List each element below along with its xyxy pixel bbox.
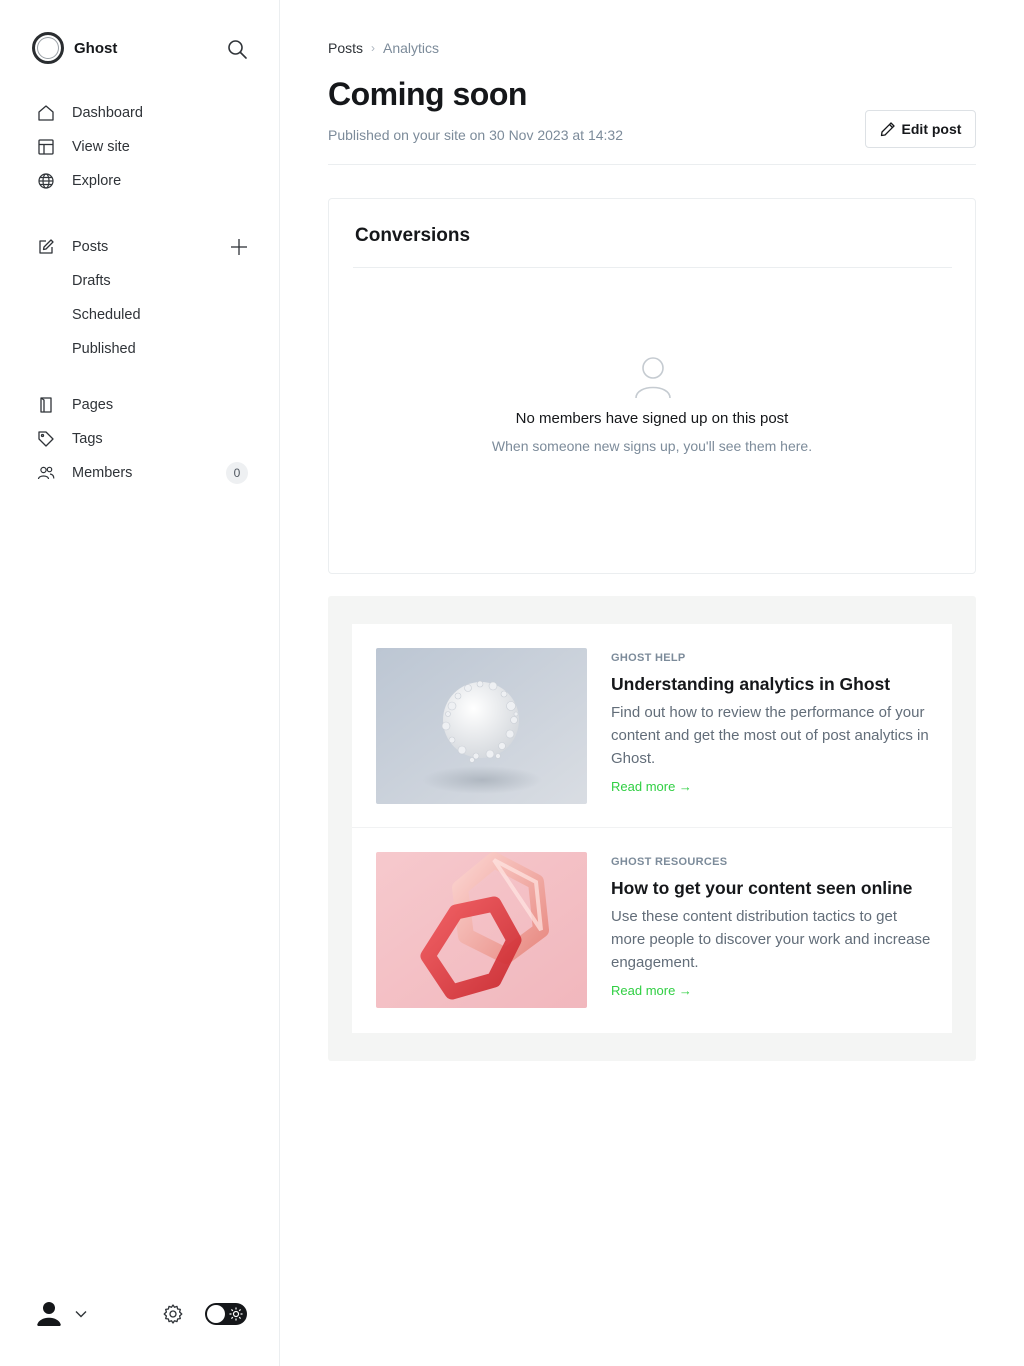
sidebar-item-tags[interactable]: Tags <box>36 422 252 456</box>
pages-icon <box>36 395 56 415</box>
help-resources: Ghost Help Understanding analytics in Gh… <box>328 596 976 1061</box>
help-card-title: How to get your content seen online <box>611 878 913 898</box>
help-card-eyebrow: Ghost Help <box>611 652 686 664</box>
empty-state-subtitle: When someone new signs up, you'll see th… <box>491 438 813 454</box>
sidebar-item-explore[interactable]: Explore <box>36 164 252 198</box>
header-divider <box>328 164 976 165</box>
help-card[interactable]: Ghost Help Understanding analytics in Gh… <box>352 624 952 828</box>
sidebar-item-members[interactable]: Members 0 <box>36 456 252 490</box>
sidebar-item-label: Pages <box>72 397 114 413</box>
settings-gear-icon[interactable] <box>162 1303 184 1325</box>
help-card-thumbnail <box>376 648 587 804</box>
sidebar-item-label: Published <box>72 341 136 357</box>
pencil-icon <box>880 121 896 137</box>
sidebar-item-published[interactable]: Published <box>36 332 252 366</box>
home-icon <box>36 103 56 123</box>
chevron-down-icon[interactable] <box>74 1307 88 1321</box>
help-card-text: Ghost Help Understanding analytics in Gh… <box>611 652 931 796</box>
help-card-eyebrow: Ghost Resources <box>611 856 728 868</box>
conversions-card: Conversions No members have signed up on… <box>328 198 976 574</box>
user-avatar[interactable] <box>32 1296 66 1330</box>
site-name: Ghost <box>74 39 118 57</box>
help-card-title: Understanding analytics in Ghost <box>611 674 891 694</box>
ghost-logo <box>32 32 64 64</box>
sidebar-item-label: Tags <box>72 431 103 447</box>
sidebar-item-dashboard[interactable]: Dashboard <box>36 96 252 130</box>
help-card-description: Find out how to review the performance o… <box>611 704 929 767</box>
sun-icon <box>229 1307 243 1321</box>
conversions-divider <box>353 267 952 268</box>
members-count-badge: 0 <box>226 462 248 484</box>
sidebar-item-label: Dashboard <box>72 105 143 121</box>
sidebar-item-posts[interactable]: Posts <box>36 230 252 264</box>
user-outline-icon <box>633 355 673 399</box>
help-card-text: Ghost Resources How to get your content … <box>611 856 931 1000</box>
toggle-knob <box>207 1305 225 1323</box>
sidebar-item-label: Members <box>72 465 133 481</box>
content-nav: Pages Tags Members 0 <box>36 388 252 490</box>
members-icon <box>36 463 56 483</box>
sidebar-item-scheduled[interactable]: Scheduled <box>36 298 252 332</box>
edit-post-label: Edit post <box>901 121 962 137</box>
help-card[interactable]: Ghost Resources How to get your content … <box>352 828 952 1033</box>
edit-icon <box>36 237 56 257</box>
sidebar-item-view-site[interactable]: View site <box>36 130 252 164</box>
read-more-link[interactable]: Read more → <box>611 779 692 794</box>
edit-post-button[interactable]: Edit post <box>865 110 976 148</box>
published-date: Published on your site on 30 Nov 2023 at… <box>328 127 623 143</box>
sidebar-item-label: Explore <box>72 173 122 189</box>
sidebar-item-label: Scheduled <box>72 307 141 323</box>
brand[interactable]: Ghost <box>32 32 117 64</box>
sidebar-item-label: View site <box>72 139 130 155</box>
help-card-thumbnail <box>376 852 587 1008</box>
read-more-link[interactable]: Read more → <box>611 983 692 998</box>
search-icon[interactable] <box>226 38 248 60</box>
layout-icon <box>36 137 56 157</box>
breadcrumb-current: Analytics <box>383 40 440 56</box>
posts-nav: Posts Drafts Scheduled Published <box>36 230 252 366</box>
dark-mode-toggle[interactable] <box>205 1303 247 1325</box>
page-title: Coming soon <box>328 76 527 112</box>
primary-nav: Dashboard View site Explore <box>36 96 252 198</box>
breadcrumb: Posts › Analytics <box>328 40 439 56</box>
tag-icon <box>36 429 56 449</box>
globe-icon <box>36 171 56 191</box>
new-post-plus-icon[interactable] <box>230 238 248 256</box>
sidebar-item-label: Drafts <box>72 273 111 289</box>
sidebar-item-drafts[interactable]: Drafts <box>36 264 252 298</box>
sidebar-item-label: Posts <box>72 239 109 255</box>
breadcrumb-separator: › <box>371 41 376 55</box>
sidebar-item-pages[interactable]: Pages <box>36 388 252 422</box>
sidebar: Ghost Dashboard View site Explore Posts … <box>0 0 280 1366</box>
help-card-description: Use these content distribution tactics t… <box>611 908 931 971</box>
conversions-title: Conversions <box>355 225 471 246</box>
breadcrumb-posts-link[interactable]: Posts <box>328 40 363 56</box>
empty-state-title: No members have signed up on this post <box>515 410 789 427</box>
sidebar-footer <box>32 1296 248 1332</box>
